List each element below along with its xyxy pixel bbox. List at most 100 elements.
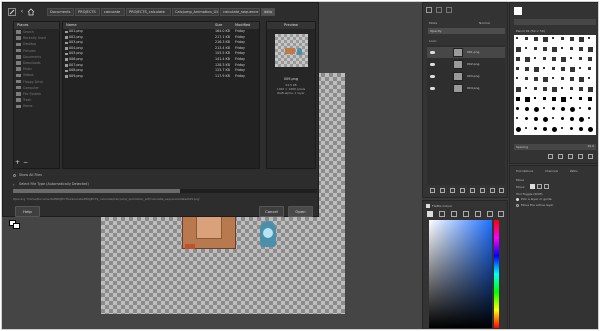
brush-cell[interactable] (559, 105, 567, 114)
move-selection-icon[interactable] (537, 184, 542, 189)
fg-bg-color-icon[interactable] (9, 220, 21, 230)
brush-cell[interactable] (577, 95, 585, 104)
brush-cell[interactable] (586, 55, 594, 64)
column-modified[interactable]: Modified (235, 22, 250, 29)
brush-cell[interactable] (541, 35, 549, 44)
brush-cell[interactable] (532, 65, 540, 74)
brush-fg-swatch[interactable] (514, 7, 522, 15)
brush-cell[interactable] (577, 45, 585, 54)
remove-bookmark-button[interactable]: − (23, 159, 29, 166)
brush-cell[interactable] (550, 75, 558, 84)
brush-cell[interactable] (586, 35, 594, 44)
column-name[interactable]: Name (66, 22, 77, 29)
brush-cell[interactable] (568, 45, 576, 54)
duplicate-icon[interactable] (470, 188, 475, 193)
brush-cell[interactable] (541, 105, 549, 114)
brush-cell[interactable] (550, 105, 558, 114)
brush-cell[interactable] (586, 105, 594, 114)
brush-cell[interactable] (532, 75, 540, 84)
path-button-calculate[interactable]: calculate (101, 8, 125, 16)
brush-cell[interactable] (568, 105, 576, 114)
brush-cell[interactable] (568, 75, 576, 84)
wheel-mode-icon[interactable] (475, 211, 481, 217)
gimp-mode-icon[interactable] (427, 211, 433, 217)
raise-icon[interactable] (450, 188, 455, 193)
brush-cell[interactable] (523, 115, 531, 124)
column-size[interactable]: Size (215, 22, 222, 29)
layer-row[interactable]: 001.png (427, 47, 505, 58)
layer-row[interactable]: 004.png (427, 83, 505, 94)
new-layer-icon[interactable] (430, 188, 435, 193)
brush-cell[interactable] (532, 115, 540, 124)
file-list[interactable]: Name Size Modified 001.png 164.0 KB Friday… (62, 21, 260, 169)
edit-brush-icon[interactable] (548, 154, 553, 159)
file-type-expander[interactable]: › (13, 183, 16, 187)
spacing-slider[interactable]: Spacing 10.0 (514, 144, 596, 150)
path-button-projects-calculate[interactable]: PROJECTS_calculate (126, 8, 171, 16)
brush-cell[interactable] (532, 105, 540, 114)
show-all-files-checkbox[interactable] (13, 174, 16, 177)
brush-cell[interactable] (577, 115, 585, 124)
hue-strip[interactable] (494, 220, 499, 328)
brush-cell[interactable] (514, 125, 522, 134)
brush-cell[interactable] (541, 75, 549, 84)
folder-icon[interactable] (440, 188, 445, 193)
brush-cell[interactable] (523, 85, 531, 94)
edit-location-icon[interactable] (8, 8, 16, 16)
delete-icon[interactable] (499, 188, 504, 193)
brush-cell[interactable] (559, 85, 567, 94)
brush-cell[interactable] (550, 35, 558, 44)
delete-brush-icon[interactable] (578, 154, 583, 159)
color-square[interactable] (429, 220, 492, 328)
brush-cell[interactable] (559, 45, 567, 54)
brush-cell[interactable] (577, 105, 585, 114)
brush-cell[interactable] (559, 115, 567, 124)
brush-cell[interactable] (523, 95, 531, 104)
refresh-brush-icon[interactable] (588, 154, 593, 159)
lower-icon[interactable] (460, 188, 465, 193)
open-button[interactable]: Open (288, 206, 313, 217)
brush-cell[interactable] (550, 95, 558, 104)
anchor-icon[interactable] (480, 188, 485, 193)
brush-cell[interactable] (559, 75, 567, 84)
brush-cell[interactable] (586, 115, 594, 124)
move-layer-icon[interactable] (530, 184, 535, 189)
brush-cell[interactable] (523, 75, 531, 84)
move-path-icon[interactable] (544, 184, 549, 189)
brush-cell[interactable] (514, 115, 522, 124)
brush-cell[interactable] (514, 95, 522, 104)
brush-cell[interactable] (586, 65, 594, 74)
brush-cell[interactable] (514, 85, 522, 94)
visibility-eye-icon[interactable] (430, 75, 435, 78)
brush-cell[interactable] (577, 55, 585, 64)
add-bookmark-button[interactable]: + (15, 159, 21, 166)
palette-mode-icon[interactable] (498, 211, 504, 217)
layers-list[interactable]: 001.png 002.png 003.png 004.png (427, 45, 505, 185)
tab-channels[interactable]: Channels (545, 169, 558, 173)
brush-cell[interactable] (559, 55, 567, 64)
visibility-eye-icon[interactable] (430, 87, 435, 90)
brush-cell[interactable] (514, 35, 522, 44)
brush-cell[interactable] (586, 45, 594, 54)
brush-cell[interactable] (577, 125, 585, 134)
brush-cell[interactable] (532, 45, 540, 54)
brush-cell[interactable] (523, 65, 531, 74)
home-icon[interactable] (27, 8, 35, 16)
brush-filter-input[interactable] (514, 19, 596, 25)
brush-cell[interactable] (523, 55, 531, 64)
brush-cell[interactable] (541, 45, 549, 54)
brush-cell[interactable] (514, 105, 522, 114)
path-button-documents[interactable]: Documents (47, 8, 74, 16)
brush-grid[interactable] (514, 35, 596, 135)
brush-cell[interactable] (568, 85, 576, 94)
brush-cell[interactable] (568, 115, 576, 124)
brush-cell[interactable] (559, 95, 567, 104)
brush-cell[interactable] (586, 95, 594, 104)
brush-cell[interactable] (541, 115, 549, 124)
brush-cell[interactable] (559, 65, 567, 74)
brush-cell[interactable] (541, 55, 549, 64)
brush-cell[interactable] (568, 65, 576, 74)
tab-paths[interactable]: Paths (570, 169, 578, 173)
brush-cell[interactable] (514, 55, 522, 64)
move-active-radio[interactable] (516, 204, 519, 207)
